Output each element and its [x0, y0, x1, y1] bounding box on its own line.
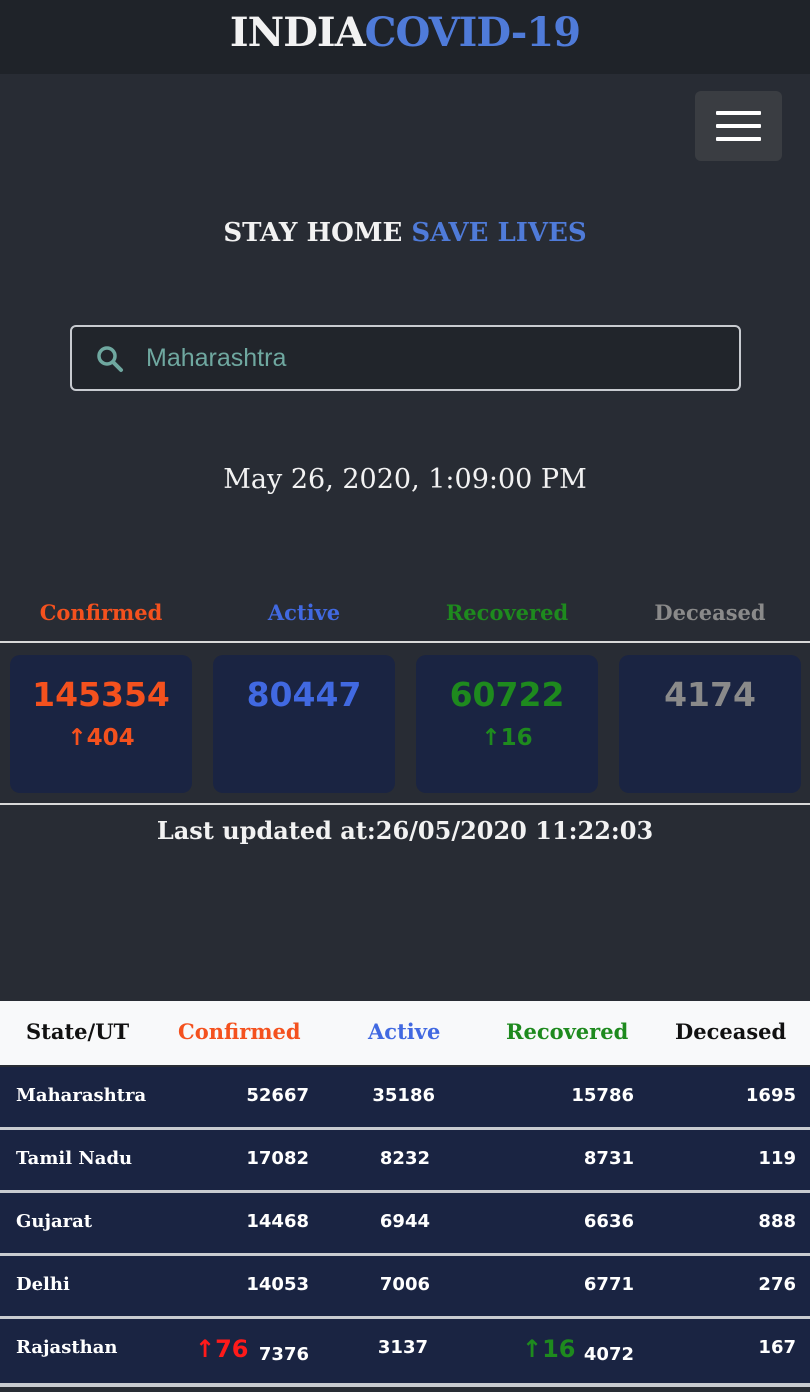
row-confirmed-delta-value: 76 — [215, 1335, 249, 1363]
confirmed-delta: ↑404 — [10, 725, 192, 751]
row-separator — [0, 1383, 810, 1387]
card-active: 80447 — [213, 655, 395, 793]
row-state: Rajasthan — [16, 1337, 118, 1358]
row-active: 6944 — [379, 1211, 430, 1232]
row-recovered: 4072 — [583, 1344, 634, 1365]
row-recovered-delta-value: 16 — [542, 1335, 576, 1363]
summary-label-deceased: Deceased — [654, 600, 766, 625]
card-confirmed: 145354 ↑404 — [10, 655, 192, 793]
row-deceased: 888 — [758, 1211, 796, 1232]
hamburger-icon-line — [716, 124, 761, 128]
table-header: State/UT Confirmed Active Recovered Dece… — [0, 1001, 810, 1065]
tagline-stay-home: STAY HOME — [223, 218, 412, 248]
row-active: 8232 — [379, 1148, 430, 1169]
row-confirmed: 17082 — [246, 1148, 309, 1169]
row-deceased: 167 — [758, 1337, 796, 1358]
table-row[interactable]: Tamil Nadu 17082 8232 8731 119 — [0, 1130, 810, 1190]
arrow-up-icon: ↑ — [67, 725, 87, 751]
row-recovered-delta: ↑16 — [522, 1335, 576, 1363]
brand-india: INDIA — [229, 9, 366, 56]
col-state[interactable]: State/UT — [26, 1019, 129, 1044]
row-confirmed: 14468 — [246, 1211, 309, 1232]
card-deceased: 4174 — [619, 655, 801, 793]
row-active: 7006 — [379, 1274, 430, 1295]
row-deceased: 119 — [758, 1148, 796, 1169]
menu-toggle-button[interactable] — [695, 91, 782, 161]
col-deceased[interactable]: Deceased — [675, 1019, 786, 1044]
summary-label-confirmed: Confirmed — [39, 600, 163, 625]
deceased-total: 4174 — [664, 675, 756, 714]
brand-covid: COVID-19 — [364, 9, 581, 56]
row-confirmed: 52667 — [246, 1085, 309, 1106]
col-confirmed[interactable]: Confirmed — [178, 1019, 301, 1044]
row-state: Tamil Nadu — [16, 1148, 133, 1169]
top-navbar: INDIACOVID-19 — [0, 0, 810, 74]
table-row[interactable]: Maharashtra 52667 35186 15786 1695 — [0, 1067, 810, 1127]
summary-label-active: Active — [267, 600, 341, 625]
row-recovered: 6636 — [583, 1211, 634, 1232]
summary-header: Confirmed Active Recovered Deceased — [0, 600, 810, 632]
recovered-delta: ↑16 — [416, 725, 598, 751]
table-row[interactable]: Delhi 14053 7006 6771 276 — [0, 1256, 810, 1316]
last-updated: Last updated at:26/05/2020 11:22:03 — [156, 816, 654, 845]
confirmed-total: 145354 — [32, 675, 170, 714]
table-row[interactable]: Gujarat 14468 6944 6636 888 — [0, 1193, 810, 1253]
hamburger-icon-line — [716, 111, 761, 115]
row-state: Maharashtra — [16, 1085, 147, 1106]
search-input[interactable] — [144, 339, 718, 377]
hamburger-icon-line — [716, 137, 761, 141]
table-row[interactable]: Rajasthan ↑76 7376 3137 ↑16 4072 167 — [0, 1319, 810, 1383]
row-active: 35186 — [372, 1085, 435, 1106]
summary-label-recovered: Recovered — [445, 600, 569, 625]
search-box — [70, 325, 741, 391]
divider — [0, 641, 810, 643]
arrow-up-icon: ↑ — [481, 725, 501, 751]
row-deceased: 1695 — [745, 1085, 796, 1106]
card-recovered: 60722 ↑16 — [416, 655, 598, 793]
col-active[interactable]: Active — [368, 1019, 440, 1044]
recovered-total: 60722 — [449, 675, 565, 714]
row-confirmed-delta: ↑76 — [195, 1335, 249, 1363]
arrow-up-icon: ↑ — [195, 1335, 216, 1363]
row-recovered: 6771 — [583, 1274, 634, 1295]
recovered-delta-value: 16 — [500, 725, 533, 751]
row-confirmed: 14053 — [246, 1274, 309, 1295]
row-recovered: 8731 — [583, 1148, 634, 1169]
active-total: 80447 — [246, 675, 362, 714]
tagline: STAY HOME SAVE LIVES — [0, 218, 810, 248]
arrow-up-icon: ↑ — [522, 1335, 543, 1363]
row-confirmed: 7376 — [258, 1344, 309, 1365]
current-datetime: May 26, 2020, 1:09:00 PM — [223, 464, 587, 495]
row-state: Delhi — [16, 1274, 70, 1295]
tagline-save-lives: SAVE LIVES — [411, 218, 587, 248]
row-deceased: 276 — [758, 1274, 796, 1295]
search-icon — [96, 345, 124, 378]
row-active: 3137 — [377, 1337, 428, 1358]
row-recovered: 15786 — [571, 1085, 634, 1106]
divider — [0, 803, 810, 805]
col-recovered[interactable]: Recovered — [506, 1019, 628, 1044]
confirmed-delta-value: 404 — [86, 725, 135, 751]
brand-logo[interactable]: INDIACOVID-19 — [230, 13, 581, 53]
row-state: Gujarat — [16, 1211, 93, 1232]
